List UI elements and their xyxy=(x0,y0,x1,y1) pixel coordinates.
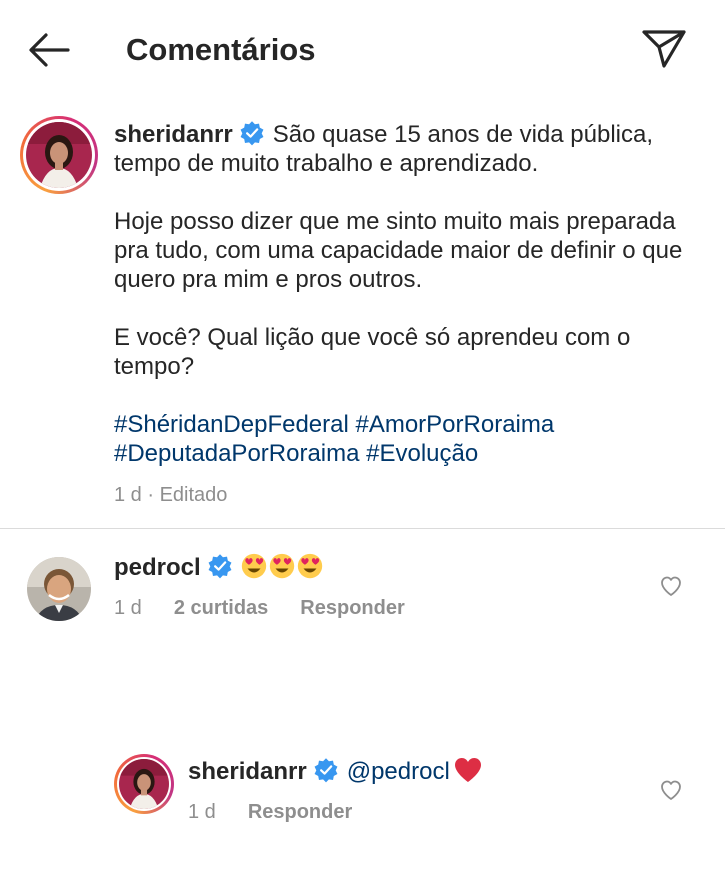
reply-timestamp: 1 d xyxy=(188,801,216,823)
heart-eyes-emoji-icon xyxy=(241,553,266,579)
comment-username[interactable]: pedrocl xyxy=(114,554,201,581)
share-button[interactable] xyxy=(640,26,688,70)
mention-link[interactable]: @pedrocl xyxy=(347,758,450,785)
comment-avatar[interactable] xyxy=(27,557,91,621)
red-heart-emoji-icon xyxy=(454,758,481,782)
reply-username[interactable]: sheridanrr xyxy=(188,758,307,785)
caption-paragraph: E você? Qual lição que você só aprendeu … xyxy=(114,324,631,380)
arrow-left-icon xyxy=(29,33,70,67)
comment-text: pedrocl xyxy=(114,553,325,583)
profile-photo-icon xyxy=(27,557,91,621)
comment-meta: 1 d 2 curtidas Responder xyxy=(114,596,437,620)
heart-outline-icon[interactable] xyxy=(659,574,683,598)
hashtags[interactable]: #DeputadaPorRoraima #Evolução xyxy=(114,439,694,468)
heart-outline-icon[interactable] xyxy=(659,778,683,802)
caption-paragraph: Hoje posso dizer que me sinto muito mais… xyxy=(114,208,683,293)
back-button[interactable] xyxy=(26,30,72,70)
heart-eyes-emoji-icon xyxy=(269,553,294,579)
reply-button[interactable]: Responder xyxy=(300,597,404,619)
verified-badge-icon xyxy=(208,554,232,579)
divider xyxy=(0,528,725,529)
profile-photo-icon xyxy=(119,759,169,809)
post-caption: sheridanrr São quase 15 anos de vida públ… xyxy=(114,120,694,468)
reply-avatar[interactable] xyxy=(114,754,174,814)
caption-meta: 1 d · Editado xyxy=(114,483,259,507)
hashtags[interactable]: #ShéridanDepFederal #AmorPorRoraima xyxy=(114,410,694,439)
profile-photo-icon xyxy=(26,122,92,188)
reply-text: sheridanrr @pedrocl xyxy=(188,757,482,787)
reply-meta: 1 d Responder xyxy=(188,800,384,824)
reply-button[interactable]: Responder xyxy=(248,801,352,823)
comment-timestamp: 1 d xyxy=(114,597,142,619)
comment-likes-count[interactable]: 2 curtidas xyxy=(174,597,268,619)
heart-eyes-emoji-icon xyxy=(297,553,322,579)
page-title: Comentários xyxy=(126,32,316,67)
verified-badge-icon xyxy=(314,758,338,783)
caption-timestamp: 1 d · Editado xyxy=(114,484,228,506)
paper-plane-icon xyxy=(642,30,686,68)
caption-username[interactable]: sheridanrr xyxy=(114,121,233,148)
header: Comentários xyxy=(0,0,725,100)
verified-badge-icon xyxy=(240,121,264,146)
caption-avatar[interactable] xyxy=(20,116,98,194)
